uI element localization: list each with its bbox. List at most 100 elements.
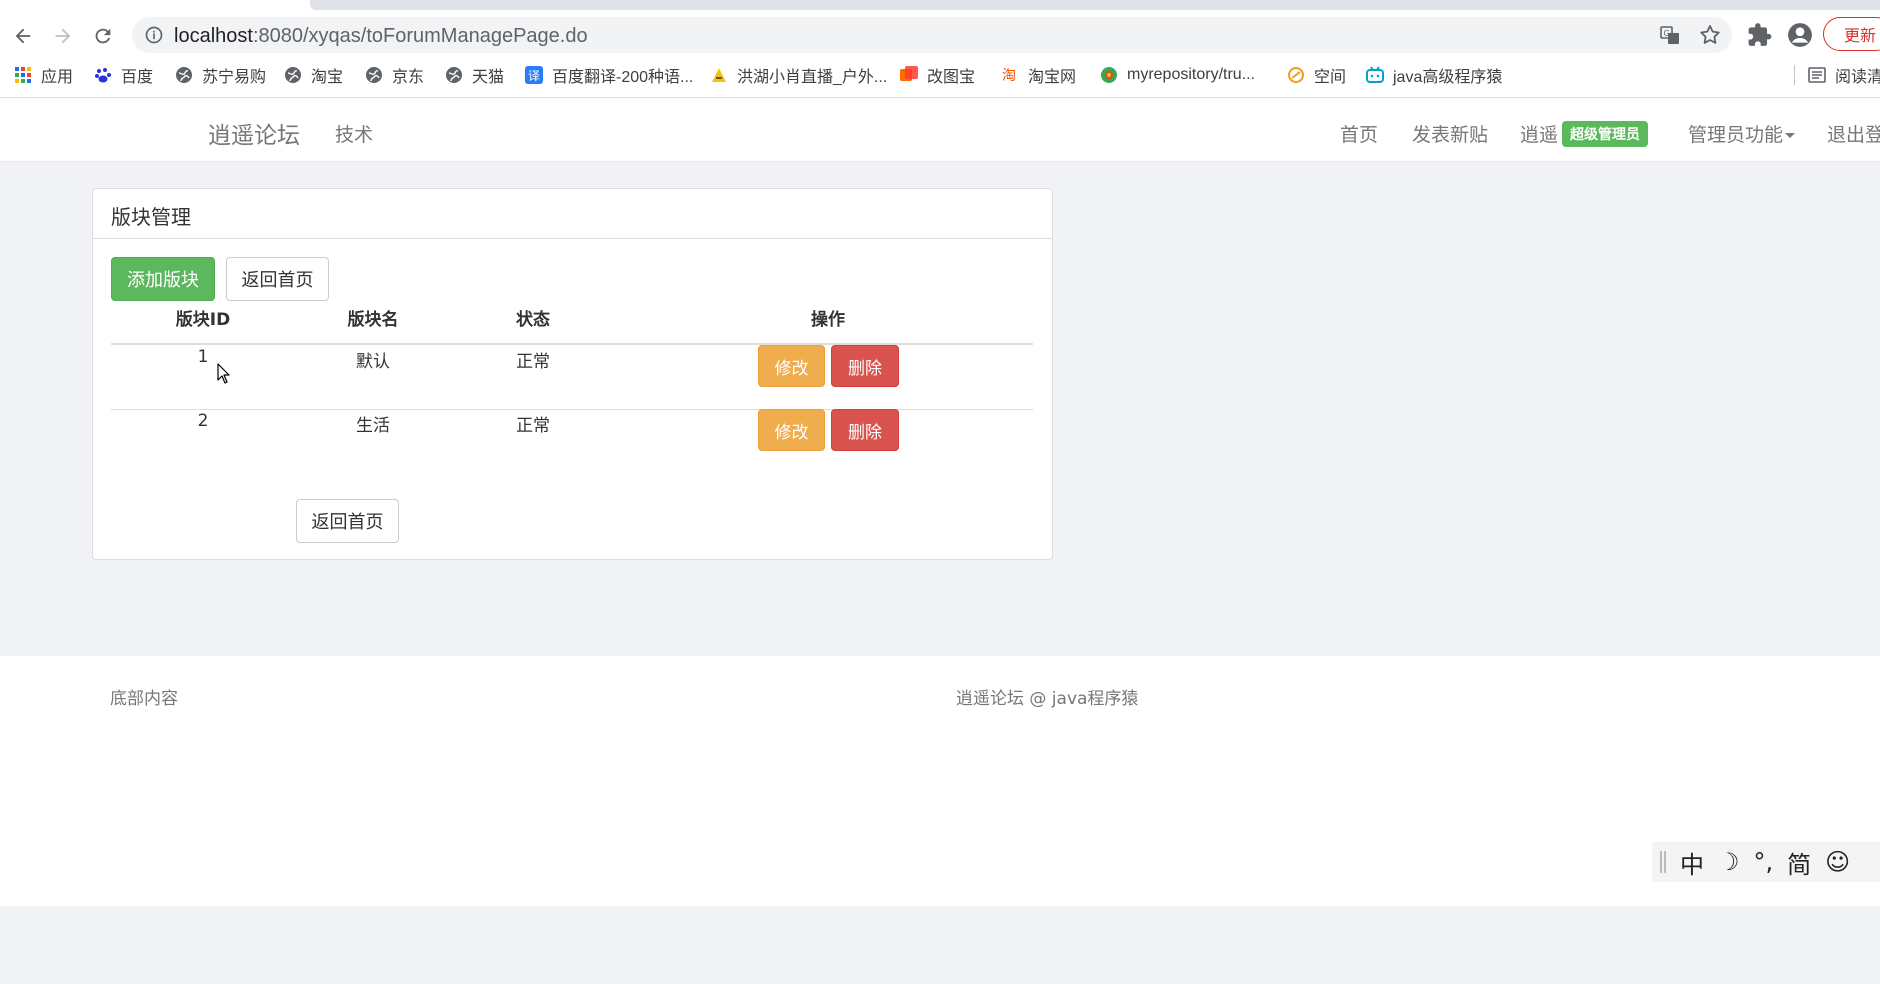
bookmark-gaitubao[interactable]: 改图宝	[900, 62, 975, 88]
arrow-right-icon	[55, 28, 71, 44]
reload-button[interactable]	[88, 21, 118, 51]
cell-id: 2	[197, 411, 209, 431]
emoji-icon[interactable]: ☺	[1825, 848, 1850, 876]
bookmark-separator	[1794, 65, 1795, 85]
bookmark-taobao[interactable]: 淘宝	[284, 62, 343, 88]
url-text[interactable]: localhost:8080/xyqas/toForumManagePage.d…	[174, 25, 588, 48]
url-path: :8080/xyqas/toForumManagePage.do	[252, 25, 588, 47]
column-header-id: 版块ID	[175, 310, 231, 330]
bookmark-label: 应用	[41, 69, 74, 86]
arrow-left-icon	[15, 28, 31, 44]
translate-page-icon[interactable]: G	[1658, 23, 1682, 47]
page-footer: 底部内容 逍遥论坛 @ java程序猿	[0, 656, 1880, 906]
extensions-icon[interactable]	[1747, 22, 1773, 48]
bookmark-label: 空间	[1314, 69, 1347, 86]
cell-name: 生活	[356, 416, 390, 436]
bookmark-tmall[interactable]: 天猫	[445, 62, 504, 88]
bookmarks-bar: 应用 百度 苏宁易购 淘宝 京东 天猫 译百度翻译-200种语... 洪湖小肖直…	[0, 62, 1880, 88]
nav-home[interactable]: 首页	[1340, 120, 1378, 147]
bilibili-icon	[1366, 66, 1384, 84]
svg-text:淘: 淘	[1002, 68, 1016, 84]
ime-mode-toggle[interactable]: 中	[1680, 845, 1704, 880]
role-badge: 超级管理员	[1562, 121, 1649, 147]
ime-script-toggle[interactable]: 简	[1787, 845, 1811, 880]
reading-list-icon	[1808, 66, 1826, 84]
bookmark-label: 京东	[392, 69, 425, 86]
bookmark-baidu[interactable]: 百度	[94, 62, 153, 88]
delete-button[interactable]: 删除	[831, 345, 899, 387]
bookmark-qzone[interactable]: 空间	[1287, 62, 1346, 88]
tab-strip	[310, 0, 1880, 10]
nav-user[interactable]: 逍遥 超级管理员	[1520, 120, 1649, 147]
bookmark-apps[interactable]: 应用	[14, 62, 73, 88]
column-header-name: 版块名	[347, 310, 399, 330]
info-icon[interactable]	[144, 25, 164, 45]
ime-toolbar: 中 ☽ °, 简 ☺	[1652, 842, 1880, 882]
cell-id: 1	[197, 347, 209, 367]
nav-admin-dropdown[interactable]: 管理员功能	[1688, 120, 1796, 147]
nav-tech[interactable]: 技术	[335, 120, 373, 147]
username: 逍遥	[1520, 124, 1559, 146]
bookmark-label: 淘宝网	[1028, 69, 1077, 86]
back-button[interactable]	[8, 21, 38, 51]
repo-icon	[1100, 66, 1118, 84]
back-home-bottom-button[interactable]: 返回首页	[296, 499, 399, 543]
bookmark-taobao-net[interactable]: 淘淘宝网	[1001, 62, 1076, 88]
moon-icon[interactable]: ☽	[1718, 848, 1740, 876]
taobao-icon: 淘	[1001, 66, 1019, 84]
mouse-cursor-icon	[217, 363, 230, 384]
browser-chrome: localhost:8080/xyqas/toForumManagePage.d…	[0, 0, 1880, 98]
bookmark-label: 苏宁易购	[202, 69, 267, 86]
bookmark-label: 淘宝	[311, 69, 344, 86]
admin-menu-label: 管理员功能	[1688, 124, 1784, 146]
address-bar[interactable]: localhost:8080/xyqas/toForumManagePage.d…	[132, 17, 1732, 53]
nav-logout[interactable]: 退出登	[1827, 120, 1880, 147]
nav-new-post[interactable]: 发表新贴	[1412, 120, 1488, 147]
bookmark-label: 洪湖小肖直播_户外...	[737, 69, 888, 86]
bookmark-suning[interactable]: 苏宁易购	[175, 62, 266, 88]
reading-list-label: 阅读清	[1835, 69, 1880, 86]
bookmark-baidu-translate[interactable]: 译百度翻译-200种语...	[525, 62, 693, 88]
brand-link[interactable]: 逍遥论坛	[208, 116, 300, 150]
reload-icon	[95, 28, 111, 44]
bookmark-jd[interactable]: 京东	[365, 62, 424, 88]
bookmark-bilibili[interactable]: java高级程序猿	[1366, 62, 1502, 88]
globe-icon	[445, 66, 463, 84]
column-header-status: 状态	[516, 310, 550, 330]
forum-manage-panel: 版块管理 添加版块 返回首页 版块ID 版块名 状态 操作 1 默认 正常 修改…	[92, 188, 1053, 560]
star-icon[interactable]	[1698, 23, 1722, 47]
panel-title: 版块管理	[93, 189, 1052, 239]
qzone-icon	[1287, 66, 1305, 84]
bookmark-label: 百度	[121, 69, 154, 86]
update-button[interactable]: 更新	[1823, 17, 1880, 51]
profile-avatar-icon[interactable]	[1787, 22, 1813, 48]
bookmark-label: 百度翻译-200种语...	[552, 69, 694, 86]
image-tool-icon	[900, 66, 918, 84]
back-home-button[interactable]: 返回首页	[226, 257, 329, 301]
globe-icon	[284, 66, 302, 84]
cell-status: 正常	[516, 416, 550, 436]
svg-text:G: G	[1664, 29, 1670, 38]
footer-left-text: 底部内容	[110, 689, 178, 709]
add-forum-button[interactable]: 添加版块	[111, 257, 215, 301]
cell-status: 正常	[516, 352, 550, 372]
caret-down-icon	[1785, 133, 1796, 138]
edit-button[interactable]: 修改	[758, 345, 825, 387]
delete-button[interactable]: 删除	[831, 409, 899, 451]
globe-icon	[365, 66, 383, 84]
bookmark-label: 天猫	[472, 69, 505, 86]
edit-button[interactable]: 修改	[758, 409, 825, 451]
site-navbar: 逍遥论坛 技术 首页 发表新贴 逍遥 超级管理员 管理员功能 退出登	[0, 98, 1880, 162]
footer-right-text: 逍遥论坛 @ java程序猿	[956, 689, 1139, 709]
forward-button[interactable]	[48, 21, 78, 51]
live-icon	[710, 66, 728, 84]
bookmark-live[interactable]: 洪湖小肖直播_户外...	[710, 62, 887, 88]
baidu-paw-icon	[94, 66, 112, 84]
translate-icon: 译	[525, 66, 543, 84]
reading-list[interactable]: 阅读清	[1808, 62, 1880, 88]
ime-punctuation-toggle[interactable]: °,	[1754, 848, 1774, 876]
ime-grip-handle[interactable]	[1660, 851, 1666, 873]
bookmark-repository[interactable]: myrepository/tru...	[1100, 62, 1255, 88]
globe-icon	[175, 66, 193, 84]
cell-name: 默认	[356, 352, 390, 372]
